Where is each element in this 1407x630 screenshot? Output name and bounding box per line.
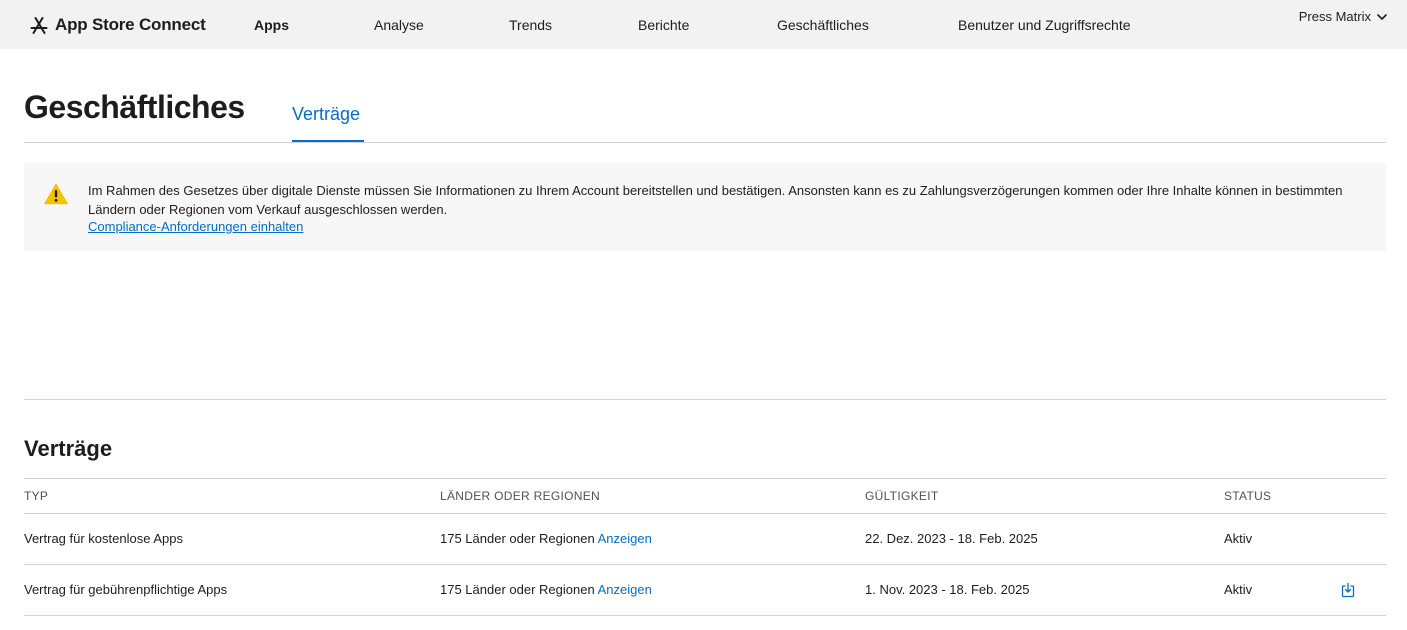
nav-item-geschaeftliches[interactable]: Geschäftliches bbox=[777, 17, 869, 33]
dsa-notice: Im Rahmen des Gesetzes über digitale Die… bbox=[24, 163, 1386, 251]
regions-count: 175 Länder oder Regionen bbox=[440, 582, 595, 597]
column-header-typ: TYP bbox=[24, 489, 49, 503]
contract-type: Vertrag für kostenlose Apps bbox=[24, 531, 183, 546]
contract-status: Aktiv bbox=[1224, 531, 1253, 546]
show-regions-link[interactable]: Anzeigen bbox=[598, 582, 652, 597]
regions-count: 175 Länder oder Regionen bbox=[440, 531, 595, 546]
contract-validity: 1. Nov. 2023 - 18. Feb. 2025 bbox=[865, 582, 1030, 597]
row-divider bbox=[24, 564, 1386, 565]
contract-validity: 22. Dez. 2023 - 18. Feb. 2025 bbox=[865, 531, 1038, 546]
column-header-gueltigkeit: GÜLTIGKEIT bbox=[865, 489, 939, 503]
column-header-status: STATUS bbox=[1224, 489, 1272, 503]
warning-triangle-icon bbox=[44, 183, 68, 205]
contract-regions: 175 Länder oder Regionen Anzeigen bbox=[440, 582, 652, 597]
account-menu[interactable]: Press Matrix bbox=[1299, 9, 1387, 24]
nav-item-apps[interactable]: Apps bbox=[254, 17, 289, 33]
chevron-down-icon bbox=[1377, 13, 1387, 20]
account-name: Press Matrix bbox=[1298, 9, 1371, 24]
page-title: Geschäftliches bbox=[24, 89, 245, 125]
column-header-regionen: LÄNDER ODER REGIONEN bbox=[440, 489, 601, 503]
notice-text: Im Rahmen des Gesetzes über digitale Die… bbox=[88, 183, 1343, 217]
contract-regions: 175 Länder oder Regionen Anzeigen bbox=[440, 531, 652, 546]
download-icon[interactable] bbox=[1341, 582, 1355, 598]
contracts-title: Verträge bbox=[24, 436, 113, 461]
brand-label: App Store Connect bbox=[55, 15, 206, 34]
nav-item-berichte[interactable]: Berichte bbox=[638, 17, 689, 33]
nav-item-analyse[interactable]: Analyse bbox=[374, 17, 424, 33]
app-store-icon bbox=[29, 15, 49, 35]
table-header-divider bbox=[24, 513, 1386, 514]
section-divider bbox=[24, 399, 1386, 400]
row-divider bbox=[24, 615, 1386, 616]
tab-vertraege[interactable]: Verträge bbox=[292, 104, 360, 125]
show-regions-link[interactable]: Anzeigen bbox=[598, 531, 652, 546]
top-nav: App Store Connect Apps Analyse Trends Be… bbox=[0, 0, 1407, 49]
nav-item-benutzer[interactable]: Benutzer und Zugriffsrechte bbox=[958, 17, 1131, 33]
nav-item-trends[interactable]: Trends bbox=[509, 17, 552, 33]
contract-type: Vertrag für gebührenpflichtige Apps bbox=[24, 582, 228, 597]
table-top-divider bbox=[24, 478, 1386, 479]
compliance-link[interactable]: Compliance-Anforderungen einhalten bbox=[88, 219, 303, 234]
contract-status: Aktiv bbox=[1224, 582, 1253, 597]
brand[interactable]: App Store Connect bbox=[29, 14, 206, 36]
header-divider bbox=[24, 142, 1386, 143]
